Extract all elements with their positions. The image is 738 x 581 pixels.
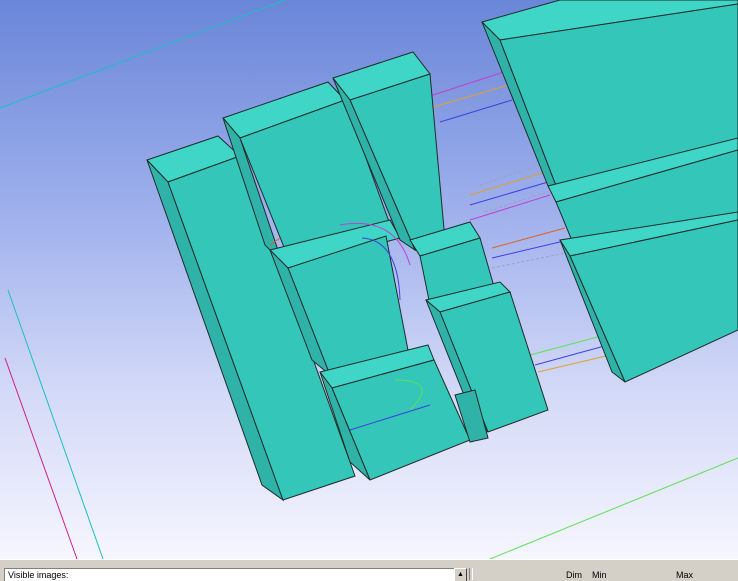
- 3d-viewport[interactable]: [0, 0, 738, 559]
- viewport-scene: [0, 0, 738, 559]
- visible-images-panel: Visible images: ▲ Dim Min Max: [0, 559, 738, 581]
- visible-images-list[interactable]: Visible images:: [4, 568, 455, 581]
- scroll-up-button[interactable]: ▲: [454, 568, 467, 581]
- panel-splitter[interactable]: [469, 568, 473, 580]
- scroll-up-arrow-icon: ▲: [457, 571, 464, 578]
